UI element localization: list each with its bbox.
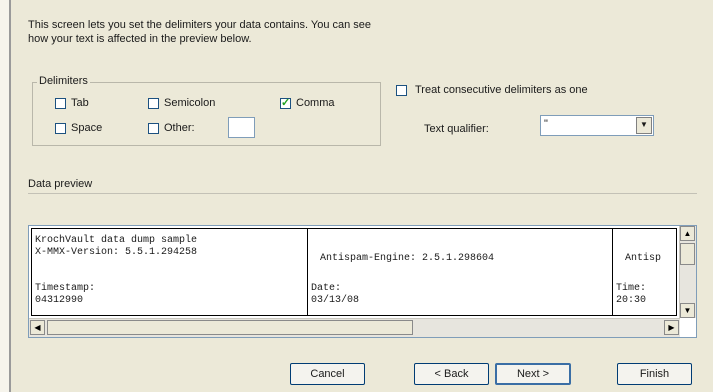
consecutive-checkbox[interactable] — [396, 85, 407, 96]
semicolon-checkbox[interactable] — [148, 98, 159, 109]
comma-checkbox[interactable] — [280, 96, 291, 109]
preview-horizontal-scrollbar[interactable]: ◀ ▶ — [29, 318, 680, 337]
next-button[interactable]: Next > — [495, 363, 571, 385]
horizontal-scroll-thumb[interactable] — [47, 320, 413, 335]
preview-cell: Time: — [616, 283, 647, 294]
chevron-down-icon[interactable]: ▼ — [636, 117, 652, 134]
left-border — [0, 0, 11, 392]
other-delimiter-input[interactable] — [228, 117, 255, 138]
text-qualifier-select[interactable]: " ▼ — [540, 115, 654, 136]
text-qualifier-value: " — [544, 118, 548, 130]
preview-cell: 04312990 — [35, 295, 84, 306]
preview-column-2: Antispam-Engine: 2.5.1.298604 Date: 03/1… — [308, 229, 613, 315]
preview-vertical-scrollbar[interactable]: ▲ ▼ — [679, 226, 696, 318]
scroll-up-icon[interactable]: ▲ — [680, 226, 695, 241]
vertical-scroll-thumb[interactable] — [680, 243, 695, 265]
preview-cell: KrochVault data dump sample — [35, 235, 198, 246]
space-checkbox[interactable] — [55, 123, 66, 134]
preview-cell: Timestamp: — [35, 283, 96, 294]
scroll-right-icon[interactable]: ▶ — [664, 320, 679, 335]
text-qualifier-label: Text qualifier: — [424, 123, 489, 135]
preview-cell: Date: — [311, 283, 342, 294]
preview-cell: Antispam-Engine: 2.5.1.298604 — [320, 253, 495, 264]
cancel-button[interactable]: Cancel — [290, 363, 365, 385]
comma-label: Comma — [296, 97, 335, 109]
delimiters-group — [32, 82, 381, 146]
preview-cell: 20:30 — [616, 295, 647, 306]
back-button[interactable]: < Back — [414, 363, 489, 385]
tab-checkbox[interactable] — [55, 98, 66, 109]
scroll-left-icon[interactable]: ◀ — [30, 320, 45, 335]
data-preview-divider — [28, 193, 697, 194]
space-label: Space — [71, 122, 103, 134]
preview-cell: Antisp — [625, 253, 662, 264]
preview-cell: 03/13/08 — [311, 295, 360, 306]
preview-grid: KrochVault data dump sample X-MMX-Versio… — [31, 228, 677, 316]
tab-label: Tab — [71, 97, 89, 109]
finish-button[interactable]: Finish — [617, 363, 692, 385]
other-checkbox[interactable] — [148, 123, 159, 134]
preview-column-3: Antisp Time: 20:30 — [613, 229, 676, 315]
consecutive-label: Treat consecutive delimiters as one — [415, 84, 588, 96]
scroll-down-icon[interactable]: ▼ — [680, 303, 695, 318]
data-preview-legend: Data preview — [28, 178, 93, 190]
data-preview-pane[interactable]: KrochVault data dump sample X-MMX-Versio… — [28, 225, 697, 338]
instructions-text: This screen lets you set the delimiters … — [28, 19, 372, 45]
semicolon-label: Semicolon — [164, 97, 216, 109]
preview-cell: X-MMX-Version: 5.5.1.294258 — [35, 247, 198, 258]
delimiters-legend: Delimiters — [37, 75, 90, 87]
preview-column-1: KrochVault data dump sample X-MMX-Versio… — [32, 229, 308, 315]
other-label: Other: — [164, 122, 195, 134]
